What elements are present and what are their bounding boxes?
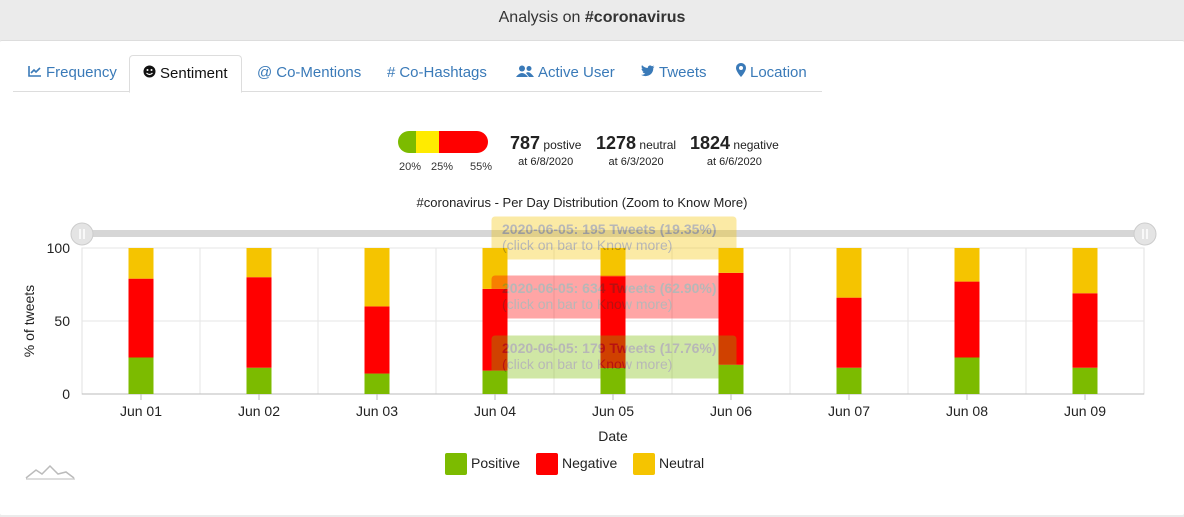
x-axis-label: Date <box>598 428 628 444</box>
legend-swatch-negative[interactable] <box>536 453 558 475</box>
x-tick-label: Jun 09 <box>1064 403 1106 419</box>
legend-swatch-positive[interactable] <box>445 453 467 475</box>
bar-positive[interactable] <box>954 357 980 395</box>
x-tick-label: Jun 02 <box>238 403 280 419</box>
bar-positive[interactable] <box>128 357 154 395</box>
bar-neutral[interactable] <box>246 248 272 278</box>
y-tick-label: 50 <box>54 313 70 329</box>
bar-negative[interactable] <box>364 306 390 374</box>
bar-neutral[interactable] <box>364 248 390 307</box>
bar-positive[interactable] <box>836 367 862 394</box>
y-tick-label: 100 <box>47 240 71 256</box>
tooltip-title: 2020-06-05: 179 Tweets (17.76%) <box>502 340 717 356</box>
legend-label-neutral[interactable]: Neutral <box>659 455 704 471</box>
tooltip-hint: (click on bar to Know more) <box>502 296 672 312</box>
y-tick-label: 0 <box>62 386 70 402</box>
x-tick-label: Jun 07 <box>828 403 870 419</box>
tooltip-0: 2020-06-05: 195 Tweets (19.35%)(click on… <box>491 216 737 260</box>
tooltip-hint: (click on bar to Know more) <box>502 356 672 372</box>
bar-neutral[interactable] <box>128 248 154 279</box>
bar-negative[interactable] <box>1072 293 1098 368</box>
bar-positive[interactable] <box>1072 367 1098 394</box>
legend-label-positive[interactable]: Positive <box>471 455 520 471</box>
tooltip-1: 2020-06-05: 634 Tweets (62.90%)(click on… <box>491 275 737 319</box>
sentiment-chart: #coronavirus - Per Day Distribution (Zoo… <box>21 195 1157 480</box>
tooltip-2: 2020-06-05: 179 Tweets (17.76%)(click on… <box>491 335 737 379</box>
tooltip-title: 2020-06-05: 195 Tweets (19.35%) <box>502 221 717 237</box>
chart-legend: Positive Negative Neutral <box>445 453 704 475</box>
tooltip-title: 2020-06-05: 634 Tweets (62.90%) <box>502 280 717 296</box>
bar-neutral[interactable] <box>1072 248 1098 294</box>
legend-swatch-neutral[interactable] <box>633 453 655 475</box>
x-tick-label: Jun 08 <box>946 403 988 419</box>
bar-negative[interactable] <box>836 297 862 368</box>
bar-positive[interactable] <box>246 367 272 394</box>
tooltip-hint: (click on bar to Know more) <box>502 237 672 253</box>
x-tick-label: Jun 03 <box>356 403 398 419</box>
bar-negative[interactable] <box>128 278 154 358</box>
x-tick-label: Jun 06 <box>710 403 752 419</box>
chart-title: #coronavirus - Per Day Distribution (Zoo… <box>417 195 748 210</box>
bar-negative[interactable] <box>246 277 272 368</box>
x-tick-label: Jun 01 <box>120 403 162 419</box>
bar-negative[interactable] <box>954 281 980 358</box>
bar-positive[interactable] <box>364 373 390 394</box>
zoom-handle-right[interactable] <box>1133 222 1157 246</box>
legend-label-negative[interactable]: Negative <box>562 455 617 471</box>
y-axis-label: % of tweets <box>21 285 37 357</box>
bar-neutral[interactable] <box>954 248 980 282</box>
watermark-icon <box>25 464 75 480</box>
x-tick-label: Jun 05 <box>592 403 634 419</box>
bar-neutral[interactable] <box>836 248 862 298</box>
x-tick-label: Jun 04 <box>474 403 516 419</box>
zoom-handle-left[interactable] <box>70 222 94 246</box>
tooltips: 2020-06-05: 195 Tweets (19.35%)(click on… <box>491 216 737 379</box>
